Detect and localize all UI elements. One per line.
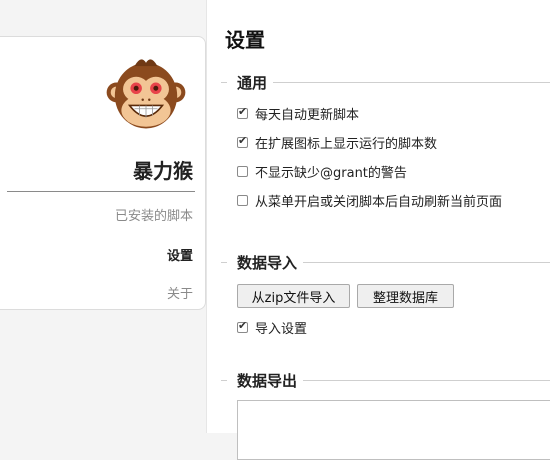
show-badge-label: 在扩展图标上显示运行的脚本数 <box>255 137 438 152</box>
sidebar-divider <box>7 191 195 192</box>
sidebar-item-settings[interactable]: 设置 <box>3 245 193 264</box>
show-badge-checkbox[interactable] <box>237 134 248 148</box>
ignore-grant-label: 不显示缺少@grant的警告 <box>255 166 407 181</box>
import-section: 数据导入 <box>221 252 550 273</box>
general-section-title: 通用 <box>227 72 274 93</box>
ignore-grant-checkbox[interactable] <box>237 166 248 177</box>
option-show-badge[interactable]: 在扩展图标上显示运行的脚本数 <box>237 133 437 152</box>
import-settings-checkbox[interactable] <box>237 319 248 333</box>
monkey-logo-icon <box>106 59 186 129</box>
import-settings-label: 导入设置 <box>255 322 308 337</box>
export-script-list[interactable] <box>237 400 550 460</box>
settings-panel: 设置 通用 每天自动更新脚本 在扩展图标上显示运行的脚本数 不显示缺少@gran… <box>206 0 550 460</box>
export-section: 数据导出 <box>221 370 550 391</box>
export-section-title: 数据导出 <box>227 370 304 391</box>
auto-update-label: 每天自动更新脚本 <box>255 108 360 123</box>
sidebar-item-about[interactable]: 关于 <box>3 283 193 302</box>
import-zip-button[interactable]: 从zip文件导入 <box>237 284 350 308</box>
option-import-settings[interactable]: 导入设置 <box>237 318 307 337</box>
auto-reload-label: 从菜单开启或关闭脚本后自动刷新当前页面 <box>255 195 503 210</box>
vacuum-db-button[interactable]: 整理数据库 <box>357 284 454 308</box>
sidebar-item-installed-scripts[interactable]: 已安装的脚本 <box>3 205 193 224</box>
sidebar: 暴力猴 已安装的脚本 设置 关于 <box>0 36 206 310</box>
general-section: 通用 <box>221 72 550 93</box>
option-auto-update[interactable]: 每天自动更新脚本 <box>237 104 359 123</box>
app-title: 暴力猴 <box>133 159 193 183</box>
option-auto-reload[interactable]: 从菜单开启或关闭脚本后自动刷新当前页面 <box>237 191 502 210</box>
import-section-title: 数据导入 <box>227 252 304 273</box>
auto-reload-checkbox[interactable] <box>237 195 248 206</box>
option-ignore-grant[interactable]: 不显示缺少@grant的警告 <box>237 162 407 181</box>
auto-update-checkbox[interactable] <box>237 105 248 119</box>
page-title: 设置 <box>225 28 265 52</box>
